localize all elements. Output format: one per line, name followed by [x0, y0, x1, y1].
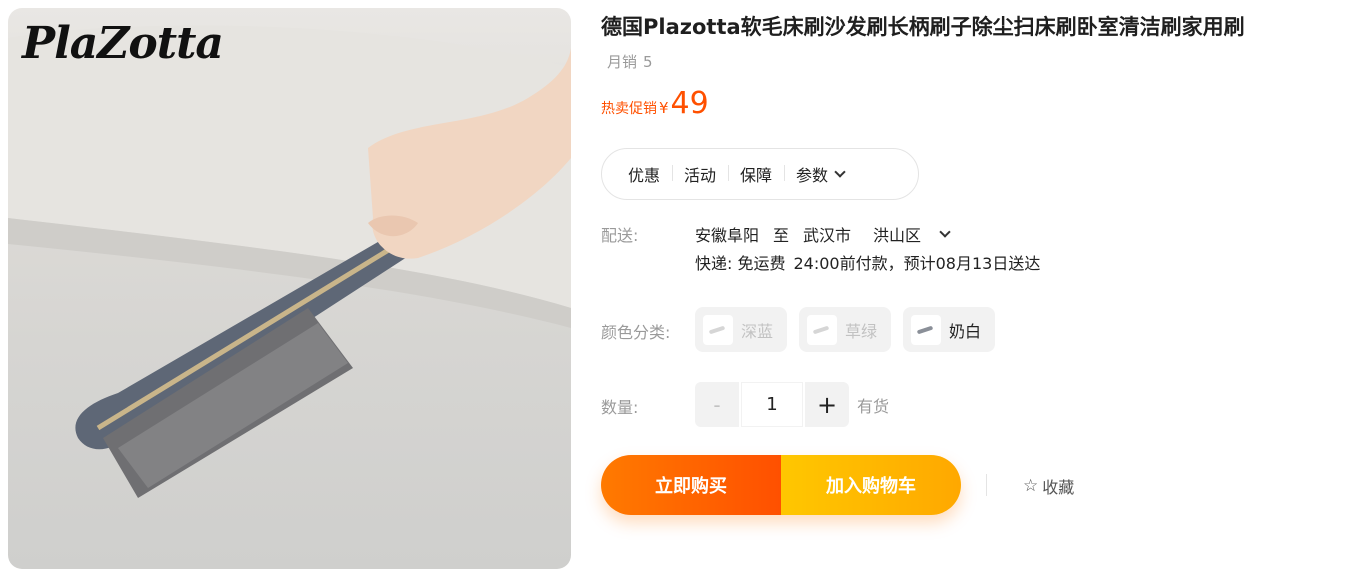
color-thumbnail [703, 314, 733, 345]
buy-now-button[interactable]: 立即购买 [601, 455, 781, 515]
color-option-label: 草绿 [845, 321, 878, 341]
tab-parameters[interactable]: 参数 [784, 162, 856, 186]
brand-logo: PlaZotta [22, 18, 224, 69]
color-option-label: 深蓝 [741, 321, 774, 341]
product-photo-illustration [8, 25, 571, 498]
quantity-label: 数量: [601, 398, 639, 417]
divider [986, 474, 987, 496]
color-options: 深蓝 草绿 奶白 [695, 307, 996, 352]
price-promo-tag: 热卖促销 [601, 101, 657, 117]
stock-status: 有货 [857, 396, 890, 416]
chevron-down-icon [834, 166, 846, 178]
delivery-city: 武汉市 [803, 226, 852, 245]
color-option-label: 奶白 [949, 321, 982, 341]
add-to-cart-button[interactable]: 加入购物车 [781, 455, 961, 515]
tab-discount-label: 优惠 [628, 166, 661, 185]
delivery-to: 至 [773, 226, 790, 245]
price-value: 49 [670, 86, 709, 121]
quantity-input[interactable] [741, 382, 803, 427]
tab-discount[interactable]: 优惠 [616, 162, 672, 186]
tab-guarantee[interactable]: 保障 [728, 162, 784, 186]
quantity-stepper: - + 有货 [695, 382, 889, 427]
delivery-district: 洪山区 [873, 226, 922, 245]
delivery-location[interactable]: 安徽阜阳 至 武汉市 洪山区 [695, 222, 963, 246]
monthly-sales: 月销 5 [601, 51, 653, 72]
tab-parameters-label: 参数 [796, 166, 829, 185]
sales-count: 5 [643, 53, 653, 71]
product-image: PlaZotta [8, 8, 571, 569]
tab-guarantee-label: 保障 [740, 166, 773, 185]
color-option-milk-white[interactable]: 奶白 [903, 307, 996, 352]
delivery-label: 配送: [601, 226, 639, 245]
sales-label: 月销 [607, 53, 638, 71]
quantity-decrease-button[interactable]: - [695, 382, 739, 427]
price-row: 热卖促销 ¥ 49 [601, 86, 709, 121]
tab-activity-label: 活动 [684, 166, 717, 185]
favorite-label: 收藏 [1042, 478, 1075, 497]
color-thumbnail [807, 314, 838, 345]
purchase-buttons: 立即购买 加入购物车 [601, 455, 961, 515]
color-label: 颜色分类: [601, 323, 671, 342]
price-currency: ¥ [659, 99, 669, 117]
color-option-grass-green[interactable]: 草绿 [799, 307, 892, 352]
delivery-info: 快递: 免运费 24:00前付款，预计08月13日送达 [695, 250, 1040, 274]
delivery-courier: 快递: 免运费 [695, 254, 786, 273]
star-icon: ☆ [1023, 476, 1039, 496]
product-title: 德国Plazotta软毛床刷沙发刷长柄刷子除尘扫床刷卧室清洁刷家用刷 [601, 15, 1245, 39]
info-tabs: 优惠 活动 保障 参数 [601, 148, 919, 200]
color-thumbnail [911, 314, 942, 345]
favorite-button[interactable]: ☆ 收藏 [1023, 474, 1074, 498]
tab-activity[interactable]: 活动 [672, 162, 728, 186]
delivery-eta: 24:00前付款，预计08月13日送达 [793, 254, 1041, 273]
delivery-origin: 安徽阜阳 [695, 226, 760, 245]
chevron-down-icon [939, 226, 951, 238]
quantity-increase-button[interactable]: + [805, 382, 849, 427]
color-option-dark-blue[interactable]: 深蓝 [695, 307, 788, 352]
